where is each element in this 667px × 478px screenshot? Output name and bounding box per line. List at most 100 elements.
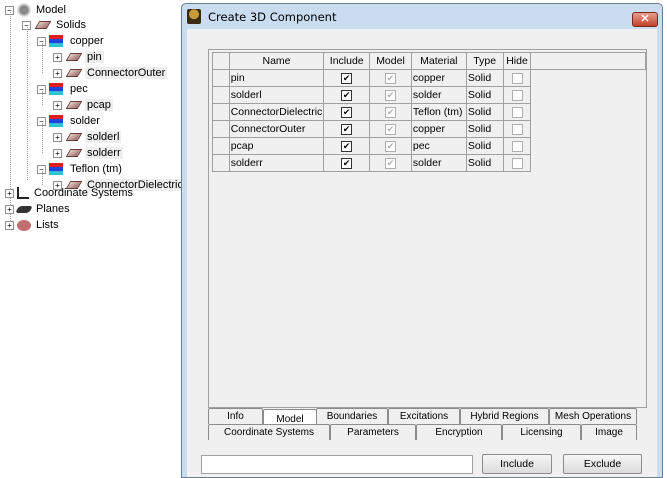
tab-image[interactable]: Image xyxy=(581,424,637,440)
lists-icon xyxy=(17,219,31,231)
tree-label: solderl xyxy=(85,131,122,143)
tree-material[interactable]: − solder xyxy=(37,113,102,129)
tab-coordinate-systems[interactable]: Coordinate Systems xyxy=(208,424,330,440)
hide-checkbox[interactable] xyxy=(511,123,523,135)
hide-checkbox[interactable] xyxy=(511,106,523,118)
cell-model: ✔ xyxy=(369,137,412,155)
tab-excitations[interactable]: Excitations xyxy=(388,408,460,424)
cell-name[interactable]: ConnectorDielectric xyxy=(228,103,325,121)
cell-material[interactable]: solder xyxy=(410,86,467,104)
tree-label: pec xyxy=(70,83,88,95)
column-header-type[interactable]: Type xyxy=(465,52,504,70)
filter-input[interactable] xyxy=(201,455,473,474)
include-checkbox[interactable]: ✔ xyxy=(341,123,353,135)
row-header[interactable] xyxy=(212,120,230,138)
expand-icon[interactable]: + xyxy=(53,132,62,142)
cell-material[interactable]: Teflon (tm) xyxy=(410,103,467,121)
row-header[interactable] xyxy=(212,154,230,172)
expand-icon[interactable]: + xyxy=(53,52,62,62)
tree-object[interactable]: + pin xyxy=(53,49,104,65)
table-row[interactable]: solderr ✔ ✔ solder Solid xyxy=(212,154,646,172)
tab-parameters[interactable]: Parameters xyxy=(330,424,416,440)
tree-label: Teflon (tm) xyxy=(70,163,122,175)
column-header-include[interactable]: Include xyxy=(323,52,371,70)
table-row[interactable]: solderl ✔ ✔ solder Solid xyxy=(212,86,646,104)
cell-include: ✔ xyxy=(323,137,371,155)
expand-icon[interactable]: + xyxy=(5,220,14,230)
tab-mesh-operations[interactable]: Mesh Operations xyxy=(549,408,637,424)
cell-type[interactable]: Solid xyxy=(465,103,504,121)
cell-model: ✔ xyxy=(369,103,412,121)
cell-type[interactable]: Solid xyxy=(465,86,504,104)
tree-solids[interactable]: − Solids xyxy=(22,17,88,33)
tree-material[interactable]: − pec xyxy=(37,81,90,97)
tree-planes[interactable]: + Planes xyxy=(5,201,72,217)
cell-name[interactable]: pcap xyxy=(228,137,325,155)
tab-boundaries[interactable]: Boundaries xyxy=(316,408,388,424)
expand-icon[interactable]: + xyxy=(53,100,62,110)
exclude-button[interactable]: Exclude xyxy=(563,454,642,474)
table-row[interactable]: pin ✔ ✔ copper Solid xyxy=(212,69,646,87)
row-header[interactable] xyxy=(212,103,230,121)
row-header[interactable] xyxy=(212,86,230,104)
include-checkbox[interactable]: ✔ xyxy=(341,72,353,84)
hide-checkbox[interactable] xyxy=(511,89,523,101)
include-checkbox[interactable]: ✔ xyxy=(341,140,353,152)
tree-object[interactable]: + pcap xyxy=(53,97,113,113)
tab-licensing[interactable]: Licensing xyxy=(502,424,581,440)
cell-include: ✔ xyxy=(323,120,371,138)
column-header-name[interactable]: Name xyxy=(228,52,325,70)
object-icon xyxy=(65,101,83,109)
tree-lists[interactable]: + Lists xyxy=(5,217,61,233)
cell-material[interactable]: pec xyxy=(410,137,467,155)
cell-type[interactable]: Solid xyxy=(465,120,504,138)
column-header-model[interactable]: Model xyxy=(369,52,412,70)
tree-object[interactable]: + solderr xyxy=(53,145,123,161)
tab-hybrid-regions[interactable]: Hybrid Regions xyxy=(460,408,549,424)
include-checkbox[interactable]: ✔ xyxy=(341,106,353,118)
hide-checkbox[interactable] xyxy=(511,72,523,84)
model-icon xyxy=(17,3,31,17)
tree-label: Model xyxy=(36,4,66,16)
include-button[interactable]: Include xyxy=(482,454,552,474)
hide-checkbox[interactable] xyxy=(511,157,523,169)
tree-material[interactable]: − copper xyxy=(37,33,106,49)
cell-material[interactable]: copper xyxy=(410,69,467,87)
expand-icon[interactable]: + xyxy=(53,68,62,78)
include-checkbox[interactable]: ✔ xyxy=(341,157,353,169)
tab-info[interactable]: Info xyxy=(208,408,263,424)
cell-material[interactable]: copper xyxy=(410,120,467,138)
hide-checkbox[interactable] xyxy=(511,140,523,152)
cell-material[interactable]: solder xyxy=(410,154,467,172)
row-header[interactable] xyxy=(212,69,230,87)
row-header[interactable] xyxy=(212,137,230,155)
cell-type[interactable]: Solid xyxy=(465,69,504,87)
tree-model[interactable]: − Model xyxy=(5,2,68,18)
cell-name[interactable]: solderr xyxy=(228,154,325,172)
close-button[interactable]: ✕ xyxy=(632,12,658,27)
create-3d-component-dialog: Create 3D Component ✕ Name Include Model Ma… xyxy=(181,3,663,478)
cell-name[interactable]: pin xyxy=(228,69,325,87)
tab-encryption[interactable]: Encryption xyxy=(416,424,502,440)
tree-line xyxy=(42,123,43,153)
table-row[interactable]: pcap ✔ ✔ pec Solid xyxy=(212,137,646,155)
cell-type[interactable]: Solid xyxy=(465,137,504,155)
expand-icon[interactable]: + xyxy=(5,188,14,198)
cell-include: ✔ xyxy=(323,86,371,104)
objects-grid: Name Include Model Material Type Hide pin ✔ ✔ co… xyxy=(208,49,647,408)
cell-hide xyxy=(502,120,532,138)
tree-object[interactable]: + solderl xyxy=(53,129,122,145)
cell-name[interactable]: solderl xyxy=(228,86,325,104)
column-header-material[interactable]: Material xyxy=(410,52,467,70)
expand-icon[interactable]: + xyxy=(5,204,14,214)
tree-object[interactable]: + ConnectorOuter xyxy=(53,65,168,81)
tree-coordinate-systems[interactable]: + Coordinate Systems xyxy=(5,185,135,201)
cell-type[interactable]: Solid xyxy=(465,154,504,172)
column-header-hide[interactable]: Hide xyxy=(502,52,532,70)
expand-icon[interactable]: + xyxy=(53,148,62,158)
tree-material[interactable]: − Teflon (tm) xyxy=(37,161,124,177)
cell-name[interactable]: ConnectorOuter xyxy=(228,120,325,138)
include-checkbox[interactable]: ✔ xyxy=(341,89,353,101)
table-row[interactable]: ConnectorOuter ✔ ✔ copper Solid xyxy=(212,120,646,138)
table-row[interactable]: ConnectorDielectric ✔ ✔ Teflon (tm) Solid xyxy=(212,103,646,121)
